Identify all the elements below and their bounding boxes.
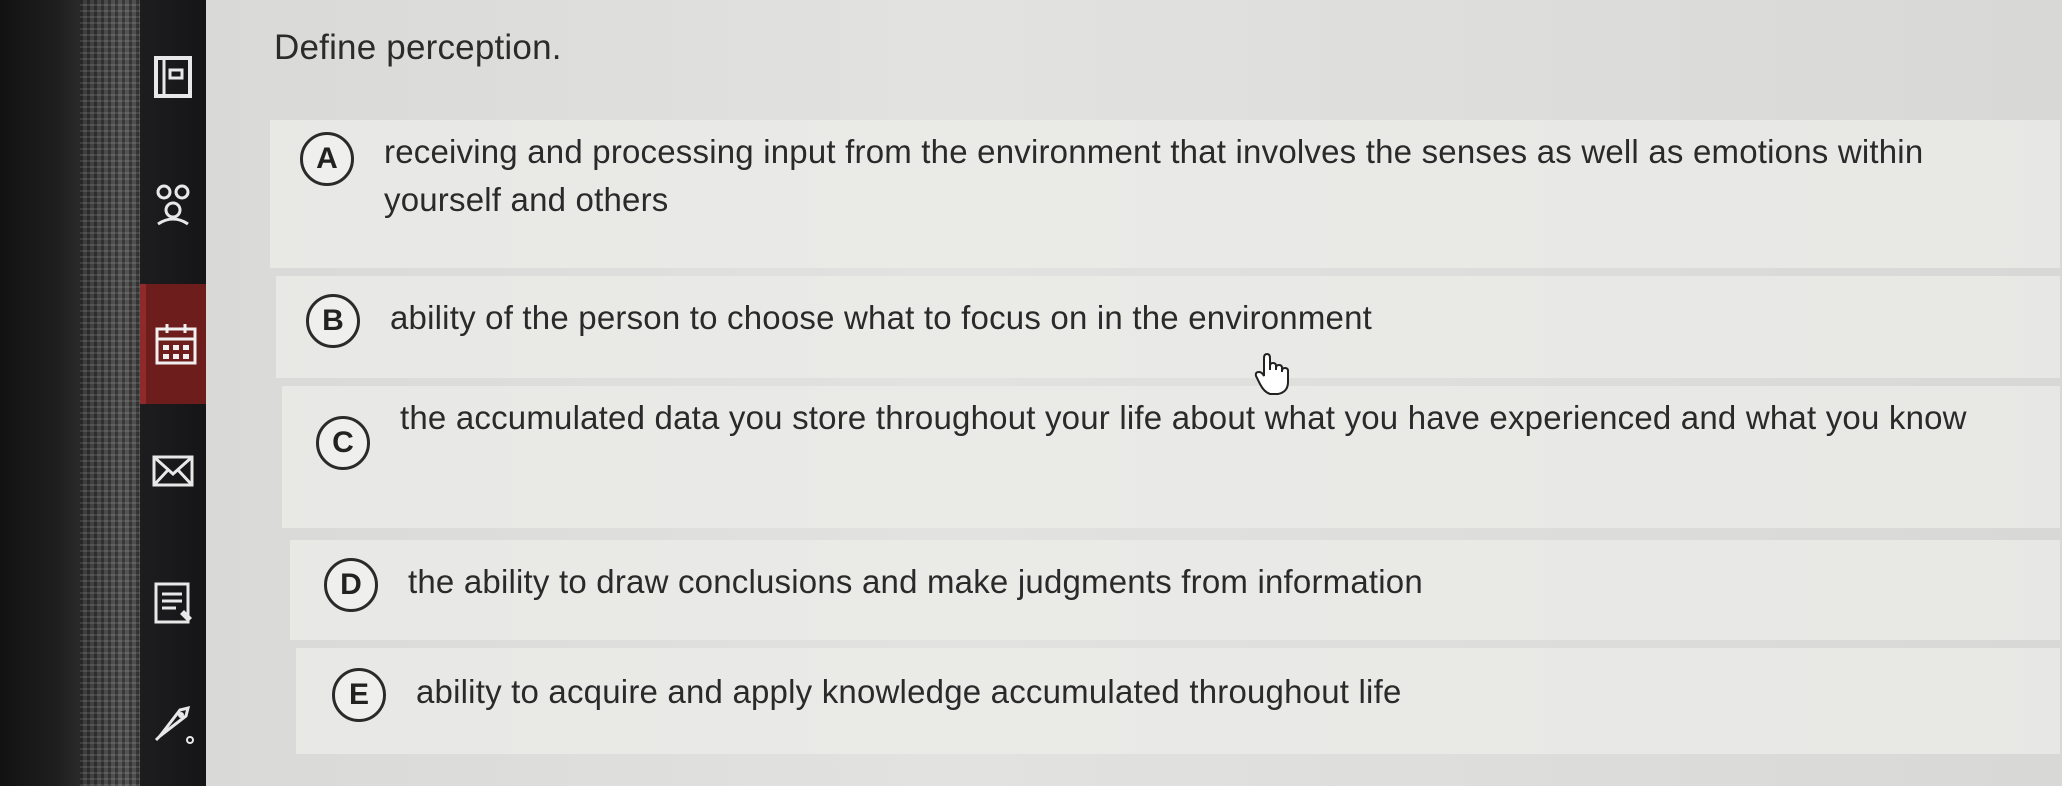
- sidebar-item-notes[interactable]: [140, 560, 206, 646]
- option-c[interactable]: C the accumulated data you store through…: [282, 386, 2060, 528]
- option-b[interactable]: B ability of the person to choose what t…: [276, 276, 2060, 378]
- calendar-icon: [155, 324, 197, 365]
- option-letter: A: [300, 132, 354, 186]
- book-icon: [154, 56, 192, 98]
- question-prompt: Define perception.: [274, 28, 562, 67]
- notes-icon: [154, 582, 192, 624]
- sidebar-item-book[interactable]: [140, 34, 206, 120]
- rocket-icon: [154, 705, 194, 744]
- sidebar-item-mail[interactable]: [140, 428, 206, 514]
- option-letter: E: [332, 668, 386, 722]
- mail-icon: [152, 455, 194, 487]
- option-letter: C: [316, 416, 370, 470]
- sidebar-item-rocket[interactable]: [140, 680, 206, 766]
- option-text: ability to acquire and apply knowledge a…: [416, 673, 1402, 710]
- option-letter: B: [306, 294, 360, 348]
- sidebar-item-people[interactable]: [140, 160, 206, 246]
- monitor-bezel: [0, 0, 80, 786]
- option-a[interactable]: A receiving and processing input from th…: [270, 120, 2060, 268]
- option-text: receiving and processing input from the …: [384, 133, 1924, 218]
- option-e[interactable]: E ability to acquire and apply knowledge…: [296, 648, 2060, 754]
- option-text: the accumulated data you store throughou…: [400, 399, 1967, 436]
- sidebar-item-calendar[interactable]: [140, 284, 206, 404]
- sidebar: [140, 0, 206, 786]
- hand-cursor-icon: [1254, 352, 1289, 395]
- option-text: ability of the person to choose what to …: [390, 299, 1372, 336]
- option-d[interactable]: D the ability to draw conclusions and ma…: [290, 540, 2060, 640]
- people-icon: [156, 184, 190, 226]
- option-text: the ability to draw conclusions and make…: [408, 563, 1423, 600]
- option-letter: D: [324, 558, 378, 612]
